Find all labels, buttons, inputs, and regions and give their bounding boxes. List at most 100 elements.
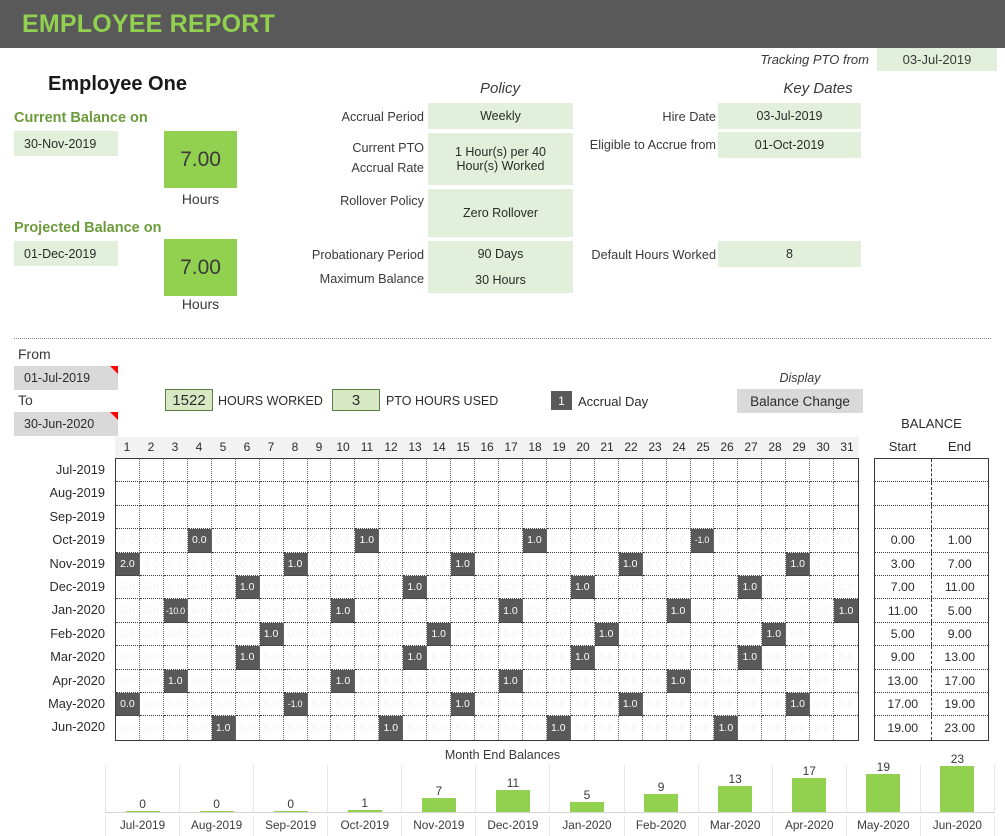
calendar-cell[interactable]: 0.0 [594,692,619,717]
calendar-cell[interactable]: 0.0 [140,716,164,740]
calendar-cell[interactable]: 0.0 [618,646,643,670]
calendar-cell[interactable]: 1.0 [331,599,356,623]
calendar-cell[interactable]: 0.0 [666,575,691,600]
calendar-cell[interactable]: 0.0 [475,692,499,717]
calendar-cell[interactable] [762,505,787,530]
calendar-cell[interactable] [642,505,667,530]
calendar-cell[interactable] [211,459,236,483]
calendar-cell[interactable]: 0.0 [666,552,691,576]
calendar-cell[interactable]: 0.0 [499,622,523,647]
calendar-cell[interactable]: 0.0 [499,716,523,740]
calendar-cell[interactable] [307,482,332,506]
calendar-cell[interactable]: 0.0 [379,552,404,576]
calendar-cell[interactable] [211,482,236,506]
calendar-cell[interactable]: 0.0 [427,716,452,740]
calendar-cell[interactable]: 0.0 [211,575,236,600]
calendar-cell[interactable]: 0.0 [642,599,667,623]
calendar-cell[interactable]: 0.0 [211,646,236,670]
calendar-cell[interactable] [211,505,236,530]
calendar-cell[interactable]: 0.0 [738,669,763,693]
calendar-cell[interactable]: 0.0 [499,646,523,670]
calendar-cell[interactable] [738,482,763,506]
calendar-cell[interactable]: 0.0 [546,622,571,647]
calendar-cell[interactable]: 0.0 [570,599,595,623]
calendar-cell[interactable]: 0.0 [235,552,260,576]
calendar-cell[interactable] [714,482,739,506]
calendar-cell[interactable]: 0.0 [810,599,835,623]
calendar-cell[interactable]: 0.0 [236,716,260,740]
calendar-cell[interactable] [522,459,547,483]
calendar-cell[interactable] [475,459,499,483]
calendar-cell[interactable] [810,482,835,506]
calendar-cell[interactable] [116,482,140,506]
calendar-cell[interactable] [642,482,667,506]
default-hours-worked-value[interactable]: 8 [718,241,861,267]
accrual-rate-value[interactable]: 1 Hour(s) per 40 Hour(s) Worked [428,133,573,185]
calendar-cell[interactable]: 0.0 [786,529,811,553]
calendar-cell[interactable]: 1.0 [738,646,763,670]
calendar-cell[interactable]: 0.0 [355,575,380,600]
calendar-cell[interactable]: 0.0 [139,599,164,623]
calendar-cell[interactable]: 0.0 [307,529,332,553]
calendar-cell[interactable]: 0.0 [690,622,715,647]
calendar-cell[interactable]: 0.0 [331,646,356,670]
calendar-cell[interactable]: 0.0 [690,669,715,693]
calendar-cell[interactable]: 0.0 [499,575,523,600]
calendar-cell[interactable]: 0.0 [307,552,332,576]
calendar-cell[interactable]: 0.0 [523,716,547,740]
calendar-cell[interactable]: 0.0 [810,529,835,553]
calendar-cell[interactable]: 0.0 [451,716,476,740]
calendar-cell[interactable]: 0.0 [714,646,739,670]
calendar-cell[interactable] [810,459,835,483]
calendar-cell[interactable]: -1.0 [690,529,715,553]
calendar-cell[interactable]: 0.0 [570,529,595,553]
calendar-cell[interactable]: 0.0 [546,552,571,576]
calendar-cell[interactable]: 0.0 [451,575,476,600]
calendar-cell[interactable] [499,505,523,530]
calendar-cell[interactable]: 0.0 [427,669,452,693]
calendar-cell[interactable] [594,459,619,483]
calendar-cell[interactable] [834,506,859,530]
calendar-cell[interactable]: 1.0 [355,529,380,553]
calendar-cell[interactable]: 1.0 [451,692,476,717]
calendar-cell[interactable]: -10.0 [163,599,188,623]
calendar-cell[interactable] [690,505,715,530]
calendar-cell[interactable]: 0.0 [307,599,332,623]
calendar-cell[interactable]: 1.0 [738,575,763,600]
calendar-cell[interactable] [499,459,523,483]
calendar-cell[interactable]: 0.0 [403,622,428,647]
calendar-cell[interactable]: 1.0 [762,622,787,647]
calendar-cell[interactable]: 0.0 [642,669,667,693]
calendar-cell[interactable]: 0.0 [714,575,739,600]
calendar-cell[interactable] [403,505,428,530]
calendar-cell[interactable]: 1.0 [666,669,691,693]
calendar-cell[interactable]: 0.0 [642,646,667,670]
calendar-cell[interactable]: 0.0 [403,529,428,553]
calendar-cell[interactable] [451,459,476,483]
calendar-cell[interactable]: 0.0 [403,669,428,693]
calendar-cell[interactable]: 0.0 [666,692,691,717]
calendar-cell[interactable]: 0.0 [738,599,763,623]
calendar-cell[interactable]: 1.0 [594,622,619,647]
calendar-cell[interactable]: 0.0 [594,529,619,553]
calendar-cell[interactable]: 0.0 [691,716,715,740]
calendar-cell[interactable]: 0.0 [810,692,835,717]
calendar-cell[interactable]: 0.0 [355,646,380,670]
calendar-cell[interactable]: 0.0 [331,716,356,740]
calendar-cell[interactable] [690,482,715,506]
calendar-cell[interactable]: 0.0 [618,575,643,600]
calendar-cell[interactable]: 0.0 [235,529,260,553]
calendar-cell[interactable]: 0.0 [834,646,859,670]
calendar-cell[interactable]: 0.0 [546,575,571,600]
calendar-cell[interactable]: 1.0 [499,599,523,623]
calendar-cell[interactable]: 0.0 [188,716,212,740]
calendar-cell[interactable]: 0.0 [139,669,164,693]
calendar-cell[interactable]: 0.0 [499,692,523,717]
calendar-cell[interactable] [283,459,308,483]
calendar-cell[interactable] [163,505,188,530]
calendar-cell[interactable] [139,505,164,530]
calendar-cell[interactable]: 0.0 [163,646,188,670]
calendar-cell[interactable]: 0.0 [307,575,332,600]
calendar-cell[interactable]: 0.0 [116,622,140,647]
calendar-cell[interactable] [259,459,284,483]
